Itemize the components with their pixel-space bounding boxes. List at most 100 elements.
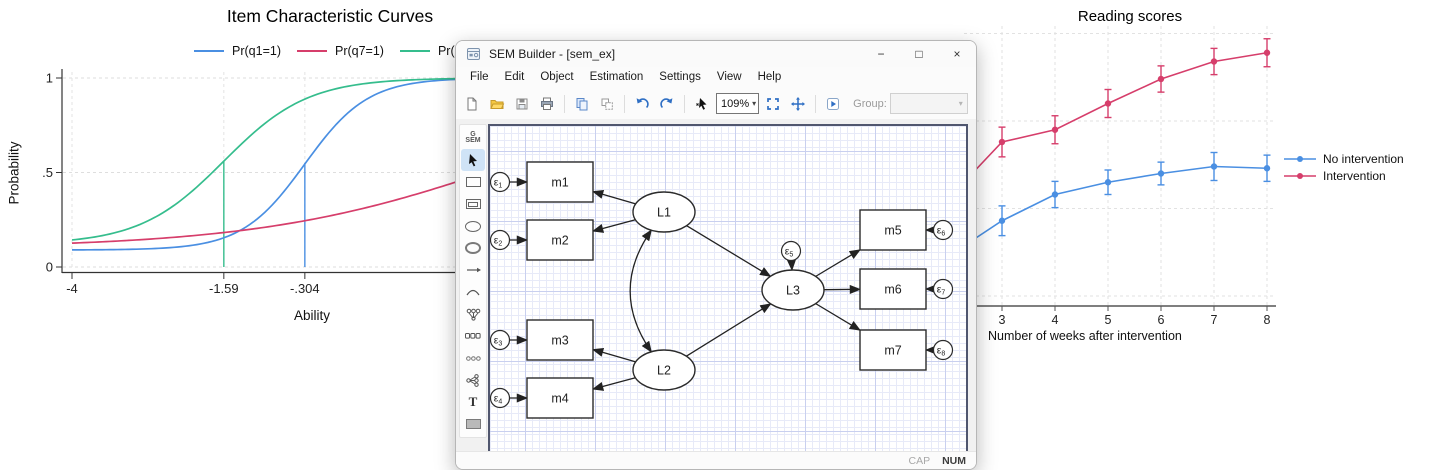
sem-node-e3[interactable]: ε3 — [491, 331, 510, 350]
menu-file[interactable]: File — [462, 67, 497, 88]
sem-node-m2[interactable]: m2 — [527, 220, 593, 260]
menu-edit[interactable]: Edit — [497, 67, 533, 88]
group-select[interactable]: ▾ — [890, 93, 968, 114]
icc-y-tick: .5 — [42, 165, 53, 180]
duplicate-button[interactable] — [596, 93, 618, 115]
latent-set-icon — [466, 356, 481, 361]
sem-node-e7[interactable]: ε7 — [934, 280, 953, 299]
reading-legend: No interventionIntervention — [1283, 152, 1404, 183]
sem-node-label: m1 — [551, 176, 568, 190]
save-button[interactable] — [511, 93, 533, 115]
menu-object[interactable]: Object — [532, 67, 581, 88]
sem-path-L2-m4[interactable] — [593, 378, 635, 389]
sem-node-L1[interactable]: L1 — [633, 192, 695, 232]
sem-node-e6[interactable]: ε6 — [934, 221, 953, 240]
observed-rectangle-tool[interactable] — [461, 171, 485, 193]
latent-set-tool[interactable] — [461, 347, 485, 369]
pan-button[interactable] — [787, 93, 809, 115]
sem-node-label: L3 — [786, 284, 800, 298]
sem-node-e8[interactable]: ε8 — [934, 341, 953, 360]
area-tool[interactable] — [461, 413, 485, 435]
sem-path-L3-m7[interactable] — [816, 304, 860, 331]
sem-node-m5[interactable]: m5 — [860, 210, 926, 250]
undo-button[interactable] — [631, 93, 653, 115]
data-point-marker — [1105, 100, 1111, 106]
observed-set-tool[interactable] — [461, 325, 485, 347]
window-main-area: GSEM T — [456, 119, 976, 452]
text-tool[interactable]: T — [461, 391, 485, 413]
sem-path-L1-L3[interactable] — [687, 226, 771, 277]
select-tool[interactable] — [461, 149, 485, 171]
diagram-canvas[interactable]: m1 m2 m3 m4 m5 m6 m7 L1 L2 L3 ε1 ε2 ε3 ε4 ε5 ε6 ε7 ε8 — [488, 124, 968, 455]
menu-settings[interactable]: Settings — [651, 67, 709, 88]
menu-view[interactable]: View — [709, 67, 750, 88]
sem-covariance-L1-L2[interactable] — [630, 230, 651, 352]
run-button[interactable] — [822, 93, 844, 115]
measurement-component-tool[interactable] — [461, 303, 485, 325]
sem-node-L2[interactable]: L2 — [633, 350, 695, 390]
gsem-logo[interactable]: GSEM — [461, 127, 485, 149]
sem-node-m6[interactable]: m6 — [860, 269, 926, 309]
icc-x-tick: -1.59 — [209, 281, 239, 296]
sem-path-L1-m1[interactable] — [593, 192, 636, 204]
tool-palette: GSEM T — [459, 124, 487, 438]
copy-icon — [574, 96, 590, 112]
generalized-rectangle-tool[interactable] — [461, 193, 485, 215]
sem-path-L2-m3[interactable] — [593, 350, 636, 362]
latent-oval-tool[interactable] — [461, 215, 485, 237]
menu-estimation[interactable]: Estimation — [582, 67, 652, 88]
observed-set-icon — [465, 333, 481, 339]
maximize-button[interactable]: □ — [900, 41, 938, 67]
sem-path-L1-m2[interactable] — [593, 220, 635, 231]
data-point-marker — [1211, 58, 1217, 64]
data-point-marker — [1264, 50, 1270, 56]
regression-component-tool[interactable] — [461, 369, 485, 391]
new-icon — [464, 96, 480, 112]
sem-path-L3-m5[interactable] — [816, 250, 860, 277]
icc-x-tick: -.304 — [290, 281, 320, 296]
sem-node-m1[interactable]: m1 — [527, 162, 593, 202]
icc-y-tick: 0 — [46, 260, 53, 275]
print-button[interactable] — [536, 93, 558, 115]
open-button[interactable] — [486, 93, 508, 115]
title-bar[interactable]: SEM Builder - [sem_ex] − □ × — [456, 41, 976, 67]
zoom-select[interactable]: 109% ▾ — [716, 93, 759, 114]
sem-node-e1[interactable]: ε1 — [491, 173, 510, 192]
sem-path-L2-L3[interactable] — [686, 304, 770, 356]
icc-y-tick: 1 — [46, 71, 53, 86]
select-pointer-button[interactable] — [691, 93, 713, 115]
sem-node-label: L2 — [657, 364, 671, 378]
zoom-value: 109% — [721, 98, 749, 110]
reading-x-tick: 8 — [1264, 313, 1271, 327]
redo-button[interactable] — [656, 93, 678, 115]
sem-node-m4[interactable]: m4 — [527, 378, 593, 418]
toolbar: 109% ▾ Group: ▾ — [456, 88, 976, 120]
run-icon — [825, 96, 841, 112]
regression-fan-icon — [466, 374, 480, 387]
sem-node-e5[interactable]: ε5 — [782, 242, 801, 261]
select-arrow-icon — [467, 153, 480, 167]
multilevel-oval-tool[interactable] — [461, 237, 485, 259]
close-button[interactable]: × — [938, 41, 976, 67]
sem-node-m7[interactable]: m7 — [860, 330, 926, 370]
redo-icon — [659, 96, 675, 112]
sem-node-e2[interactable]: ε2 — [491, 231, 510, 250]
sem-node-m3[interactable]: m3 — [527, 320, 593, 360]
save-icon — [514, 96, 530, 112]
new-button[interactable] — [461, 93, 483, 115]
path-tool[interactable] — [461, 259, 485, 281]
sem-node-label: m6 — [884, 283, 901, 297]
reading-scores-chart: Reading scores 345678 Number of weeks af… — [962, 0, 1430, 360]
sem-node-e4[interactable]: ε4 — [491, 389, 510, 408]
print-icon — [539, 96, 555, 112]
icc-y-axis-label: Probability — [7, 141, 22, 204]
chevron-down-icon: ▾ — [959, 99, 963, 108]
reading-legend-item-1: No intervention — [1283, 152, 1404, 166]
data-point-marker — [1105, 179, 1111, 185]
copy-button[interactable] — [571, 93, 593, 115]
minimize-button[interactable]: − — [862, 41, 900, 67]
sem-node-L3[interactable]: L3 — [762, 270, 824, 310]
covariance-tool[interactable] — [461, 281, 485, 303]
menu-help[interactable]: Help — [750, 67, 790, 88]
fit-page-button[interactable] — [762, 93, 784, 115]
